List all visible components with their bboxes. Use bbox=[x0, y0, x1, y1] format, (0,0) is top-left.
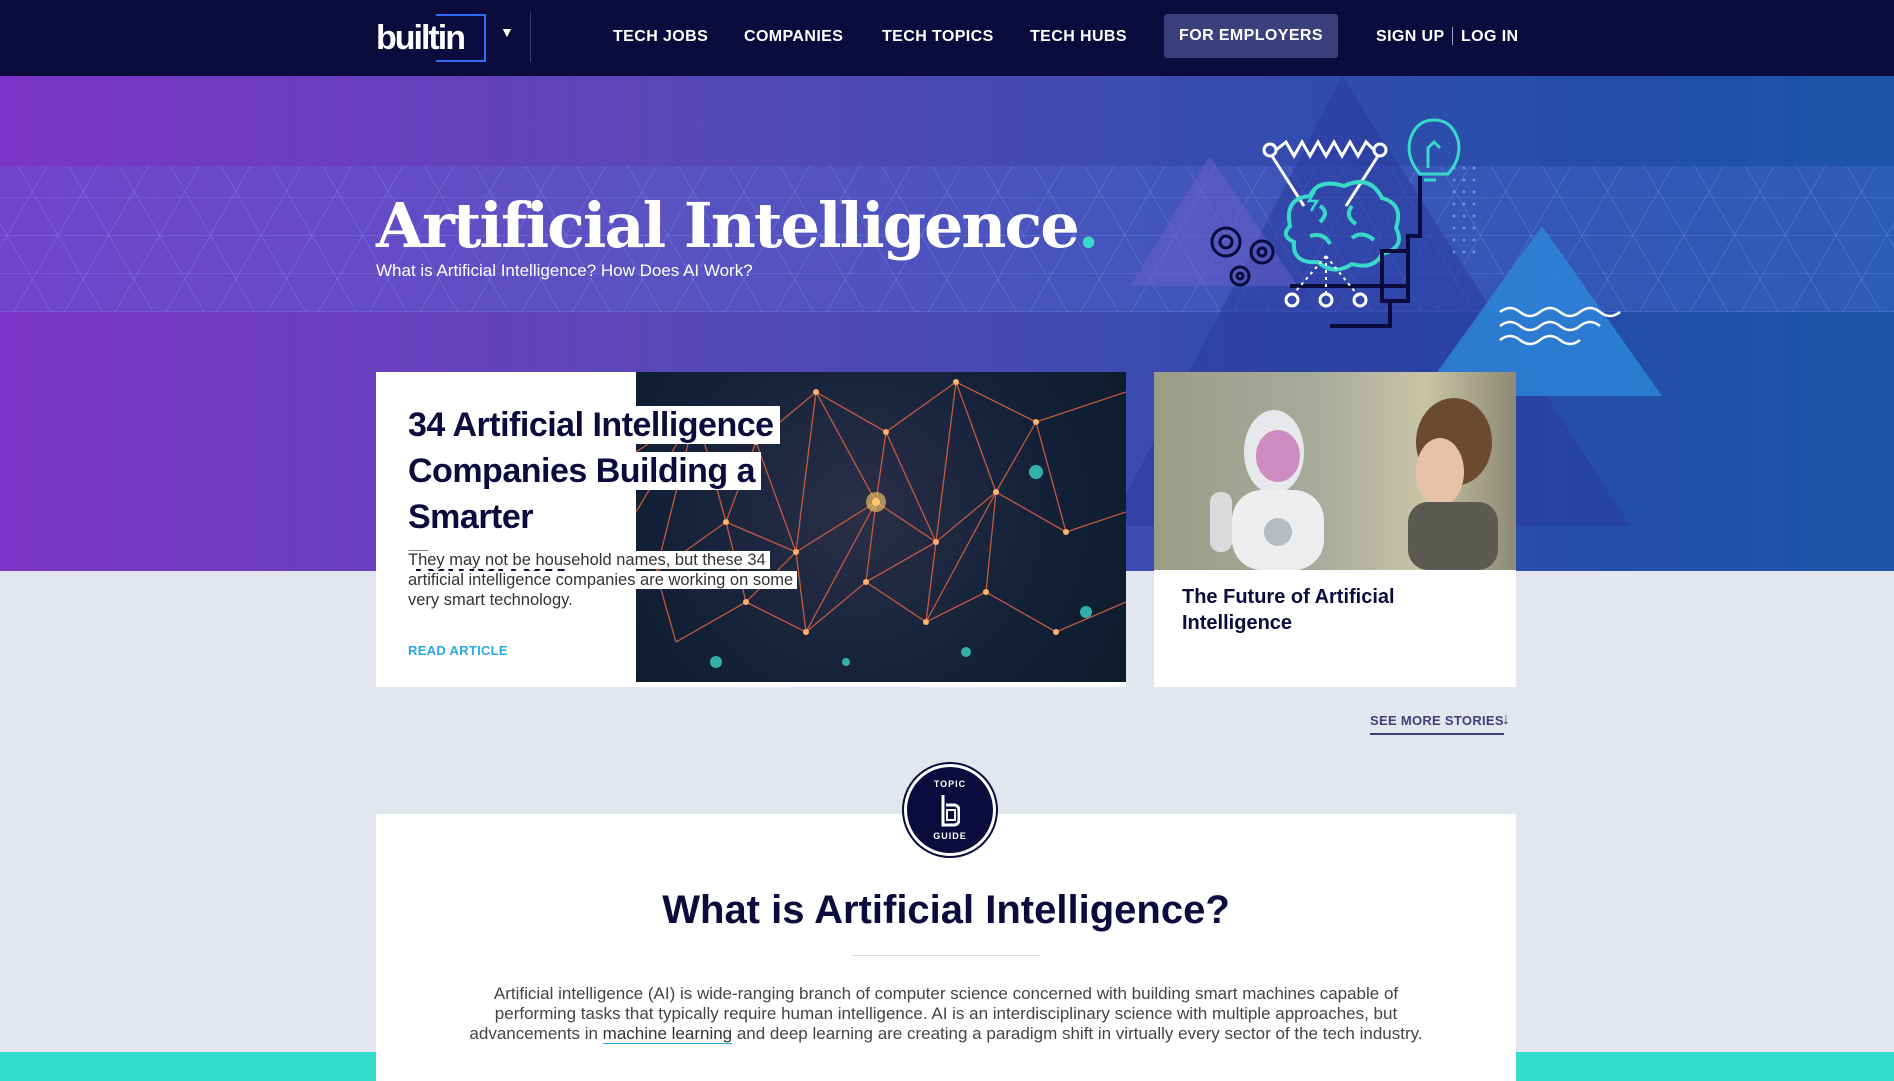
featured-article-card[interactable]: 34 Artificial Intelligence Companies Bui… bbox=[376, 372, 1126, 687]
nav-tech-topics[interactable]: TECH TOPICS bbox=[882, 26, 994, 48]
builtin-b-icon bbox=[941, 795, 960, 827]
nav-companies[interactable]: COMPANIES bbox=[744, 26, 843, 48]
top-navigation: builtin ▼ TECH JOBS COMPANIES TECH TOPIC… bbox=[0, 0, 1894, 76]
nav-tech-jobs[interactable]: TECH JOBS bbox=[613, 26, 708, 48]
title-dot: . bbox=[1077, 189, 1100, 262]
see-more-stories-link[interactable]: SEE MORE STORIES bbox=[1370, 712, 1504, 735]
nav-tech-hubs[interactable]: TECH HUBS bbox=[1030, 26, 1127, 48]
badge-top-text: TOPIC bbox=[933, 779, 967, 789]
guide-divider bbox=[852, 955, 1040, 956]
guide-body: Artificial intelligence (AI) is wide-ran… bbox=[469, 984, 1423, 1044]
auth-separator bbox=[1452, 27, 1453, 45]
badge-bottom-text: GUIDE bbox=[933, 831, 967, 841]
builtin-logo[interactable]: builtin bbox=[376, 14, 486, 62]
log-in-link[interactable]: LOG IN bbox=[1461, 26, 1519, 48]
caret-down-icon[interactable]: ▼ bbox=[500, 24, 514, 40]
arrow-down-icon[interactable]: ↓ bbox=[1502, 710, 1510, 730]
page-title: Artificial Intelligence. bbox=[376, 189, 1100, 262]
for-employers-button[interactable]: FOR EMPLOYERS bbox=[1164, 14, 1338, 58]
topic-guide-badge: TOPIC GUIDE bbox=[904, 764, 996, 856]
robot-image bbox=[1154, 372, 1516, 570]
page-subtitle: What is Artificial Intelligence? How Doe… bbox=[376, 261, 753, 280]
side-story-card[interactable]: The Future of Artificial Intelligence bbox=[1154, 372, 1516, 687]
nav-divider bbox=[530, 12, 531, 62]
read-article-link[interactable]: READ ARTICLE bbox=[408, 642, 508, 660]
guide-title: What is Artificial Intelligence? bbox=[662, 888, 1230, 932]
side-story-title[interactable]: The Future of Artificial Intelligence bbox=[1182, 584, 1492, 636]
sign-up-link[interactable]: SIGN UP bbox=[1376, 26, 1445, 48]
featured-description: They may not be household names, but the… bbox=[408, 550, 808, 610]
logo-bracket bbox=[436, 14, 486, 62]
machine-learning-link[interactable]: machine learning bbox=[602, 1024, 733, 1044]
